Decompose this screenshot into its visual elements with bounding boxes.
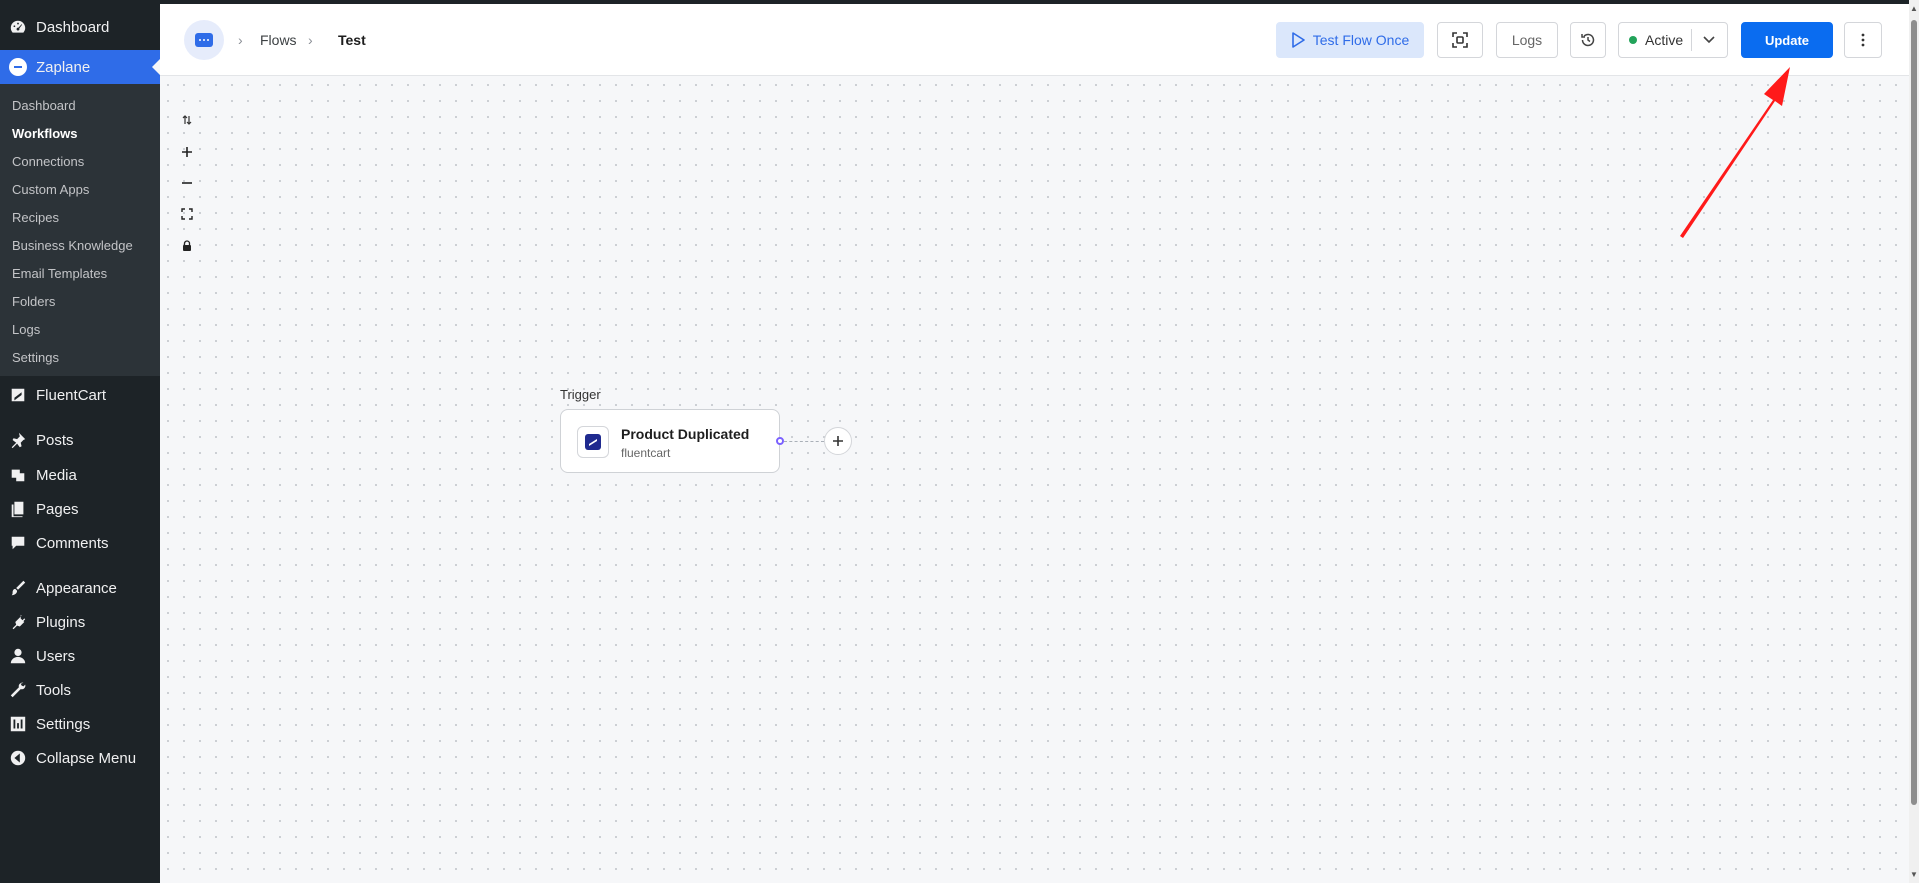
menu-label: Posts [36,431,74,449]
menu-comments[interactable]: Comments [0,526,160,560]
swap-vertical-icon [182,115,192,125]
zaplane-logo-icon [195,33,213,47]
submenu-email-templates[interactable]: Email Templates [12,266,107,281]
flow-canvas[interactable]: Trigger Product Duplicated fluentcart [160,77,1909,883]
chevron-right-icon: › [238,32,243,48]
trigger-node[interactable]: Product Duplicated fluentcart [560,409,780,473]
menu-fluentcart[interactable]: FluentCart [0,378,160,412]
menu-settings[interactable]: Settings [0,707,160,741]
menu-posts[interactable]: Posts [0,423,160,457]
plus-icon [182,147,192,157]
collapse-menu-button[interactable]: Collapse Menu [0,741,160,775]
submenu-folders[interactable]: Folders [12,294,55,309]
user-icon [0,647,36,665]
menu-users[interactable]: Users [0,639,160,673]
menu-tools[interactable]: Tools [0,673,160,707]
settings-sliders-icon [0,715,36,733]
fluentcart-icon [577,426,609,458]
divider [1691,29,1692,51]
add-step-button[interactable] [824,427,852,455]
submenu-settings[interactable]: Settings [12,350,59,365]
comment-icon [0,534,36,552]
menu-zaplane[interactable]: Zaplane [0,50,160,84]
flow-editor-header: › Flows › Test Test Flow Once Logs Activ… [160,4,1909,76]
menu-label: Media [36,466,77,484]
update-button[interactable]: Update [1741,22,1833,58]
menu-label: Settings [36,715,91,733]
node-subtitle: fluentcart [621,446,671,460]
menu-label: Pages [36,500,79,518]
wrench-icon [0,681,36,699]
submenu-logs[interactable]: Logs [12,322,40,337]
submenu-custom-apps[interactable]: Custom Apps [12,182,89,197]
admin-sidebar: Dashboard Zaplane Dashboard Workflows Co… [0,0,160,883]
submenu-recipes[interactable]: Recipes [12,210,59,225]
zoom-in-control[interactable] [176,141,198,163]
menu-label: Appearance [36,579,117,597]
dashboard-icon [0,18,36,36]
submenu-workflows[interactable]: Workflows [12,126,78,141]
app-logo[interactable] [184,20,224,60]
plus-icon [833,436,843,446]
history-icon [1581,33,1595,47]
zaplane-logo-icon [0,58,36,76]
swap-direction-control[interactable] [176,109,198,131]
trigger-section-label: Trigger [560,387,601,402]
status-indicator [1629,36,1637,44]
zoom-out-control[interactable] [176,172,198,194]
more-options-button[interactable] [1844,22,1882,58]
menu-appearance[interactable]: Appearance [0,571,160,605]
dashed-connector [784,441,824,442]
chevron-right-icon: › [308,32,313,48]
breadcrumb-flows[interactable]: Flows [260,32,297,48]
menu-label: Users [36,647,76,665]
scrollbar-thumb[interactable] [1911,20,1917,805]
menu-label: Collapse Menu [36,749,137,767]
status-label: Active [1645,32,1684,48]
menu-label: Plugins [36,613,86,631]
minus-icon [182,182,192,184]
media-icon [0,466,36,484]
history-button[interactable] [1570,22,1606,58]
node-title: Product Duplicated [621,426,750,442]
lock-icon [183,240,191,251]
logs-button[interactable]: Logs [1496,22,1558,58]
menu-label: Dashboard [36,18,110,36]
submenu-connections[interactable]: Connections [12,154,84,169]
menu-label: FluentCart [36,386,107,404]
menu-label: Comments [36,534,109,552]
fit-view-control[interactable] [176,203,198,225]
zaplane-submenu: Dashboard Workflows Connections Custom A… [0,84,160,376]
menu-pages[interactable]: Pages [0,492,160,526]
test-flow-once-button[interactable]: Test Flow Once [1276,22,1424,58]
chevron-down-icon[interactable] [1701,31,1717,47]
fluentcart-icon [0,386,36,404]
more-vertical-icon [1861,33,1865,47]
screenshot-button[interactable] [1437,22,1483,58]
status-dropdown[interactable]: Active [1618,22,1728,58]
test-flow-label: Test Flow Once [1312,32,1410,48]
submenu-business-knowledge[interactable]: Business Knowledge [12,238,133,253]
fit-screen-icon [181,208,193,220]
submenu-dashboard[interactable]: Dashboard [12,98,76,113]
pin-icon [0,431,36,449]
node-output-handle[interactable] [776,437,784,445]
pages-icon [0,500,36,518]
plug-icon [0,613,36,631]
menu-dashboard[interactable]: Dashboard [0,10,160,44]
menu-label: Tools [36,681,72,699]
scroll-down-arrow-icon[interactable]: ▼ [1910,870,1918,879]
screenshot-icon [1452,32,1468,48]
menu-media[interactable]: Media [0,458,160,492]
lock-canvas-control[interactable] [176,235,198,257]
menu-plugins[interactable]: Plugins [0,605,160,639]
collapse-icon [0,749,36,767]
menu-label: Zaplane [36,58,91,76]
breadcrumb-current: Test [338,32,366,48]
play-icon [1291,32,1305,48]
brush-icon [0,579,36,597]
scroll-up-arrow-icon[interactable]: ▲ [1910,4,1918,13]
